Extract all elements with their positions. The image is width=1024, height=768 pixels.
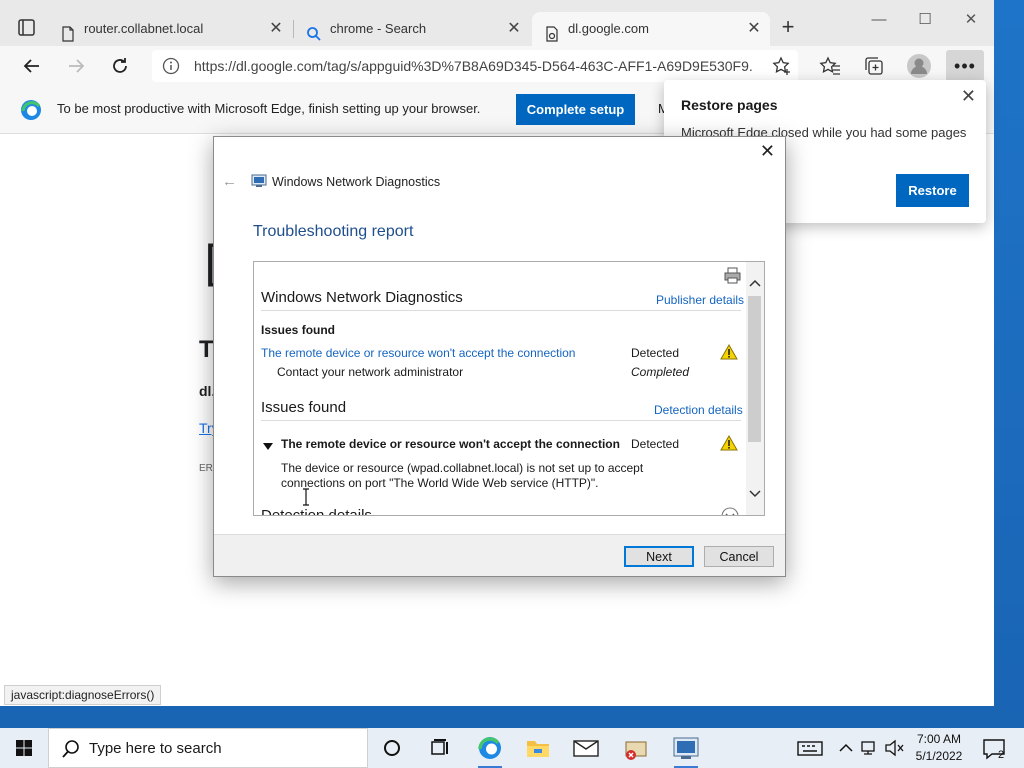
infobar-message: To be most productive with Microsoft Edg… bbox=[57, 101, 481, 116]
collapse-triangle-icon[interactable] bbox=[263, 439, 273, 454]
scroll-up-icon[interactable] bbox=[749, 278, 761, 290]
action-status: Completed bbox=[631, 365, 690, 379]
divider bbox=[261, 310, 741, 311]
tab-search[interactable]: chrome - Search ✕ bbox=[294, 12, 530, 46]
mail-icon[interactable] bbox=[566, 732, 606, 764]
network-status-icon[interactable] bbox=[858, 732, 882, 764]
minimize-icon[interactable]: — bbox=[856, 6, 902, 34]
scroll-thumb[interactable] bbox=[748, 296, 761, 442]
add-favorite-icon[interactable] bbox=[770, 54, 794, 78]
scroll-down-icon[interactable] bbox=[749, 487, 761, 499]
warning-icon bbox=[720, 343, 738, 360]
search-placeholder: Type here to search bbox=[89, 740, 222, 757]
search-icon bbox=[61, 739, 81, 762]
report-section-title: Windows Network Diagnostics bbox=[261, 289, 463, 306]
complete-setup-button[interactable]: Complete setup bbox=[516, 94, 635, 125]
new-tab-button[interactable]: + bbox=[776, 16, 800, 40]
clock-time: 7:00 AM bbox=[916, 732, 962, 746]
collections-icon[interactable] bbox=[862, 54, 886, 78]
close-icon[interactable]: ✕ bbox=[760, 141, 775, 162]
text-cursor-icon bbox=[302, 488, 310, 509]
taskbar: Type here to search 7:00 AM 5/1/2022 2 bbox=[0, 728, 1024, 768]
issue-title: The remote device or resource won't acce… bbox=[281, 437, 620, 451]
dialog-footer: Next Cancel bbox=[214, 534, 785, 576]
report-section-title: Detection details bbox=[261, 507, 372, 516]
edge-taskbar-icon[interactable] bbox=[470, 732, 510, 768]
refresh-icon[interactable] bbox=[106, 52, 134, 80]
issues-found-label: Issues found bbox=[261, 323, 336, 337]
print-icon[interactable] bbox=[724, 267, 741, 287]
report-scrollbar[interactable] bbox=[746, 262, 764, 515]
publisher-details-link[interactable]: Publisher details bbox=[656, 293, 744, 307]
url-text[interactable]: https://dl.google.com/tag/s/appguid%3D%7… bbox=[194, 50, 754, 82]
next-button[interactable]: Next bbox=[624, 546, 694, 567]
settings-more-icon[interactable]: ••• bbox=[946, 50, 984, 82]
network-diagnostics-dialog: ✕ ← Windows Network Diagnostics Troubles… bbox=[213, 136, 786, 577]
detection-details-link[interactable]: Detection details bbox=[654, 403, 743, 417]
close-tab-icon[interactable]: ✕ bbox=[268, 12, 284, 46]
report-viewer[interactable]: Windows Network Diagnostics Publisher de… bbox=[253, 261, 765, 516]
forward-icon[interactable] bbox=[62, 52, 90, 80]
page-icon bbox=[60, 21, 76, 42]
tab-dl-google[interactable]: dl.google.com ✕ bbox=[532, 12, 770, 46]
notifications-icon[interactable]: 2 bbox=[978, 732, 1012, 764]
network-diagnostics-taskbar-icon[interactable] bbox=[666, 732, 706, 768]
file-explorer-icon[interactable] bbox=[518, 732, 558, 764]
edge-logo-icon bbox=[20, 99, 42, 124]
task-view-icon[interactable] bbox=[420, 732, 460, 764]
warning-icon bbox=[720, 434, 738, 451]
tray-expand-icon[interactable] bbox=[834, 732, 858, 764]
page-link-icon bbox=[544, 21, 560, 42]
search-icon bbox=[306, 21, 322, 41]
network-diagnostics-icon bbox=[251, 174, 267, 188]
clock[interactable]: 7:00 AM 5/1/2022 bbox=[910, 731, 968, 765]
issue-status: Detected bbox=[631, 437, 680, 451]
tab-title: dl.google.com bbox=[568, 21, 649, 36]
address-bar[interactable]: https://dl.google.com/tag/s/appguid%3D%7… bbox=[152, 50, 798, 82]
tab-router[interactable]: router.collabnet.local ✕ bbox=[48, 12, 292, 46]
back-icon[interactable] bbox=[18, 52, 46, 80]
taskbar-search[interactable]: Type here to search bbox=[48, 728, 368, 768]
close-tab-icon[interactable]: ✕ bbox=[506, 12, 522, 46]
report-heading: Troubleshooting report bbox=[253, 223, 414, 240]
status-bar: javascript:diagnoseErrors() bbox=[4, 685, 162, 705]
restore-title: Restore pages bbox=[681, 97, 778, 113]
report-section-title: Issues found bbox=[261, 399, 347, 416]
title-bar: router.collabnet.local ✕ chrome - Search… bbox=[0, 0, 994, 46]
expand-circle-icon[interactable] bbox=[721, 507, 739, 515]
close-icon[interactable]: ✕ bbox=[961, 86, 976, 107]
divider bbox=[261, 420, 741, 421]
close-window-icon[interactable]: ✕ bbox=[948, 6, 994, 34]
cortana-icon[interactable] bbox=[372, 732, 412, 764]
tab-title: router.collabnet.local bbox=[84, 21, 204, 36]
keyboard-layout-icon[interactable] bbox=[792, 732, 832, 764]
network-error-app-icon[interactable] bbox=[616, 732, 656, 764]
tab-title: chrome - Search bbox=[330, 21, 427, 36]
close-tab-icon[interactable]: ✕ bbox=[746, 12, 762, 46]
dialog-title: Windows Network Diagnostics bbox=[272, 175, 441, 189]
clock-date: 5/1/2022 bbox=[915, 749, 963, 763]
restore-button[interactable]: Restore bbox=[896, 174, 969, 207]
cancel-button[interactable]: Cancel bbox=[704, 546, 774, 567]
issue-link[interactable]: The remote device or resource won't acce… bbox=[261, 346, 575, 360]
back-arrow-icon[interactable]: ← bbox=[222, 173, 237, 190]
favorites-icon[interactable] bbox=[818, 54, 842, 78]
maximize-icon[interactable]: ☐ bbox=[902, 6, 948, 34]
issue-description: The device or resource (wpad.collabnet.l… bbox=[281, 461, 644, 475]
windows-start-icon[interactable] bbox=[0, 728, 48, 768]
tab-actions-icon[interactable] bbox=[14, 15, 40, 41]
notification-count: 2 bbox=[998, 749, 1004, 761]
issue-description: connections on port "The World Wide Web … bbox=[281, 476, 599, 490]
page-heading: T bbox=[199, 336, 214, 363]
issue-status: Detected bbox=[631, 346, 680, 360]
action-text: Contact your network administrator bbox=[277, 365, 464, 379]
site-info-icon[interactable] bbox=[162, 57, 180, 75]
volume-muted-icon[interactable] bbox=[882, 732, 906, 764]
profile-avatar[interactable] bbox=[906, 53, 931, 78]
